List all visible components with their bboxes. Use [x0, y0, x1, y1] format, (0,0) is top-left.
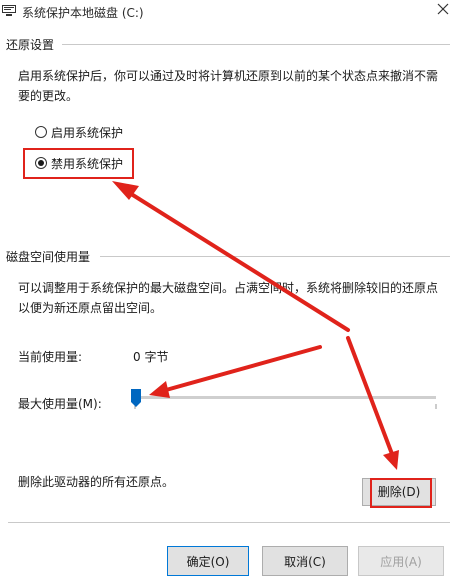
cancel-button[interactable]: 取消(C) — [262, 546, 348, 576]
title-bar: 系统保护本地磁盘 (C:) — [0, 0, 458, 28]
radio-button[interactable] — [35, 126, 47, 138]
section-divider — [100, 256, 450, 257]
radio-button-selected[interactable] — [35, 157, 47, 169]
max-usage-label: 最大使用量(M): — [18, 397, 102, 411]
annotation-box — [370, 478, 432, 508]
section-divider — [62, 44, 450, 45]
radio-disable-protection[interactable]: 禁用系统保护 — [35, 155, 155, 171]
ok-button[interactable]: 确定(O) — [167, 546, 249, 576]
radio-label: 禁用系统保护 — [51, 157, 124, 171]
current-usage-value: 0 字节 — [133, 350, 169, 364]
current-usage-label: 当前使用量: — [18, 350, 83, 364]
apply-button[interactable]: 应用(A) — [358, 546, 444, 576]
window-title: 系统保护本地磁盘 (C:) — [22, 6, 144, 20]
restore-settings-heading: 还原设置 — [6, 38, 55, 52]
disk-usage-heading: 磁盘空间使用量 — [6, 250, 91, 264]
delete-restore-points-text: 删除此驱动器的所有还原点。 — [18, 475, 175, 489]
slider-thumb[interactable] — [130, 388, 142, 408]
disk-description: 可以调整用于系统保护的最大磁盘空间。占满空间时，系统将删除较旧的还原点以便为新还… — [18, 281, 439, 315]
footer-divider — [8, 522, 450, 523]
max-usage-slider[interactable] — [130, 388, 438, 414]
system-properties-icon — [2, 5, 16, 16]
radio-enable-protection[interactable]: 启用系统保护 — [35, 124, 195, 140]
close-icon[interactable] — [436, 2, 450, 16]
restore-description: 启用系统保护后，你可以通过及时将计算机还原到以前的某个状态点来撤消不需要的更改。 — [18, 69, 439, 103]
slider-track — [132, 396, 436, 399]
slider-ticks — [134, 404, 437, 409]
radio-label: 启用系统保护 — [51, 126, 124, 140]
